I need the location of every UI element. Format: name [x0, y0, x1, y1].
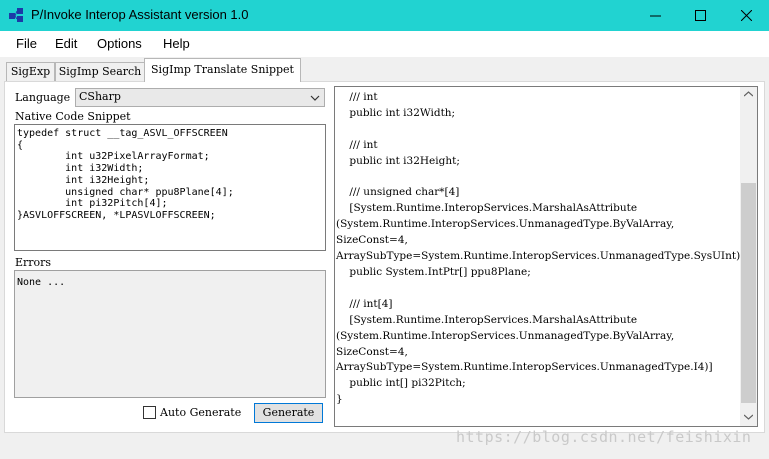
window-title: P/Invoke Interop Assistant version 1.0: [31, 7, 249, 22]
title-bar: P/Invoke Interop Assistant version 1.0: [0, 0, 769, 31]
menu-options[interactable]: Options: [97, 36, 142, 51]
language-selected-value: CSharp: [79, 90, 121, 103]
tab-strip: SigExp SigImp Search SigImp Translate Sn…: [4, 58, 764, 82]
vertical-scrollbar[interactable]: [740, 87, 757, 426]
menu-file[interactable]: File: [16, 36, 37, 51]
close-icon: [740, 10, 752, 21]
language-label: Language: [15, 91, 71, 104]
errors-text: None ...: [17, 277, 66, 288]
auto-generate-label[interactable]: Auto Generate: [160, 406, 241, 419]
scrollbar-thumb[interactable]: [741, 183, 756, 403]
auto-generate-checkbox[interactable]: [143, 406, 156, 419]
generate-button[interactable]: Generate: [254, 403, 323, 423]
minimize-icon: [649, 15, 661, 17]
maximize-button[interactable]: [677, 0, 723, 31]
tab-sigexp[interactable]: SigExp: [6, 62, 55, 81]
close-button[interactable]: [723, 0, 769, 31]
menu-edit[interactable]: Edit: [55, 36, 77, 51]
output-code-text: /// int public int i32Width; /// int pub…: [336, 91, 745, 406]
chevron-down-icon: [310, 95, 320, 101]
snippet-label: Native Code Snippet: [15, 110, 131, 123]
language-select[interactable]: CSharp: [75, 88, 325, 107]
errors-box: None ...: [14, 270, 326, 398]
maximize-icon: [694, 10, 706, 21]
native-code-text: typedef struct __tag_ASVL_OFFSCREEN { in…: [17, 128, 234, 221]
native-code-input[interactable]: typedef struct __tag_ASVL_OFFSCREEN { in…: [14, 124, 326, 251]
app-icon: [9, 8, 23, 22]
output-text-box[interactable]: /// int public int i32Width; /// int pub…: [334, 86, 758, 427]
scroll-up-icon[interactable]: [744, 91, 753, 97]
minimize-button[interactable]: [632, 0, 678, 31]
tab-sigimp-translate-snippet[interactable]: SigImp Translate Snippet: [144, 58, 301, 82]
menu-bar: File Edit Options Help: [0, 31, 769, 57]
watermark: https://blog.csdn.net/feishixin: [456, 428, 752, 446]
scroll-down-icon[interactable]: [744, 414, 753, 420]
menu-help[interactable]: Help: [163, 36, 190, 51]
errors-label: Errors: [15, 256, 52, 269]
tab-sigimp-search[interactable]: SigImp Search: [55, 62, 145, 81]
